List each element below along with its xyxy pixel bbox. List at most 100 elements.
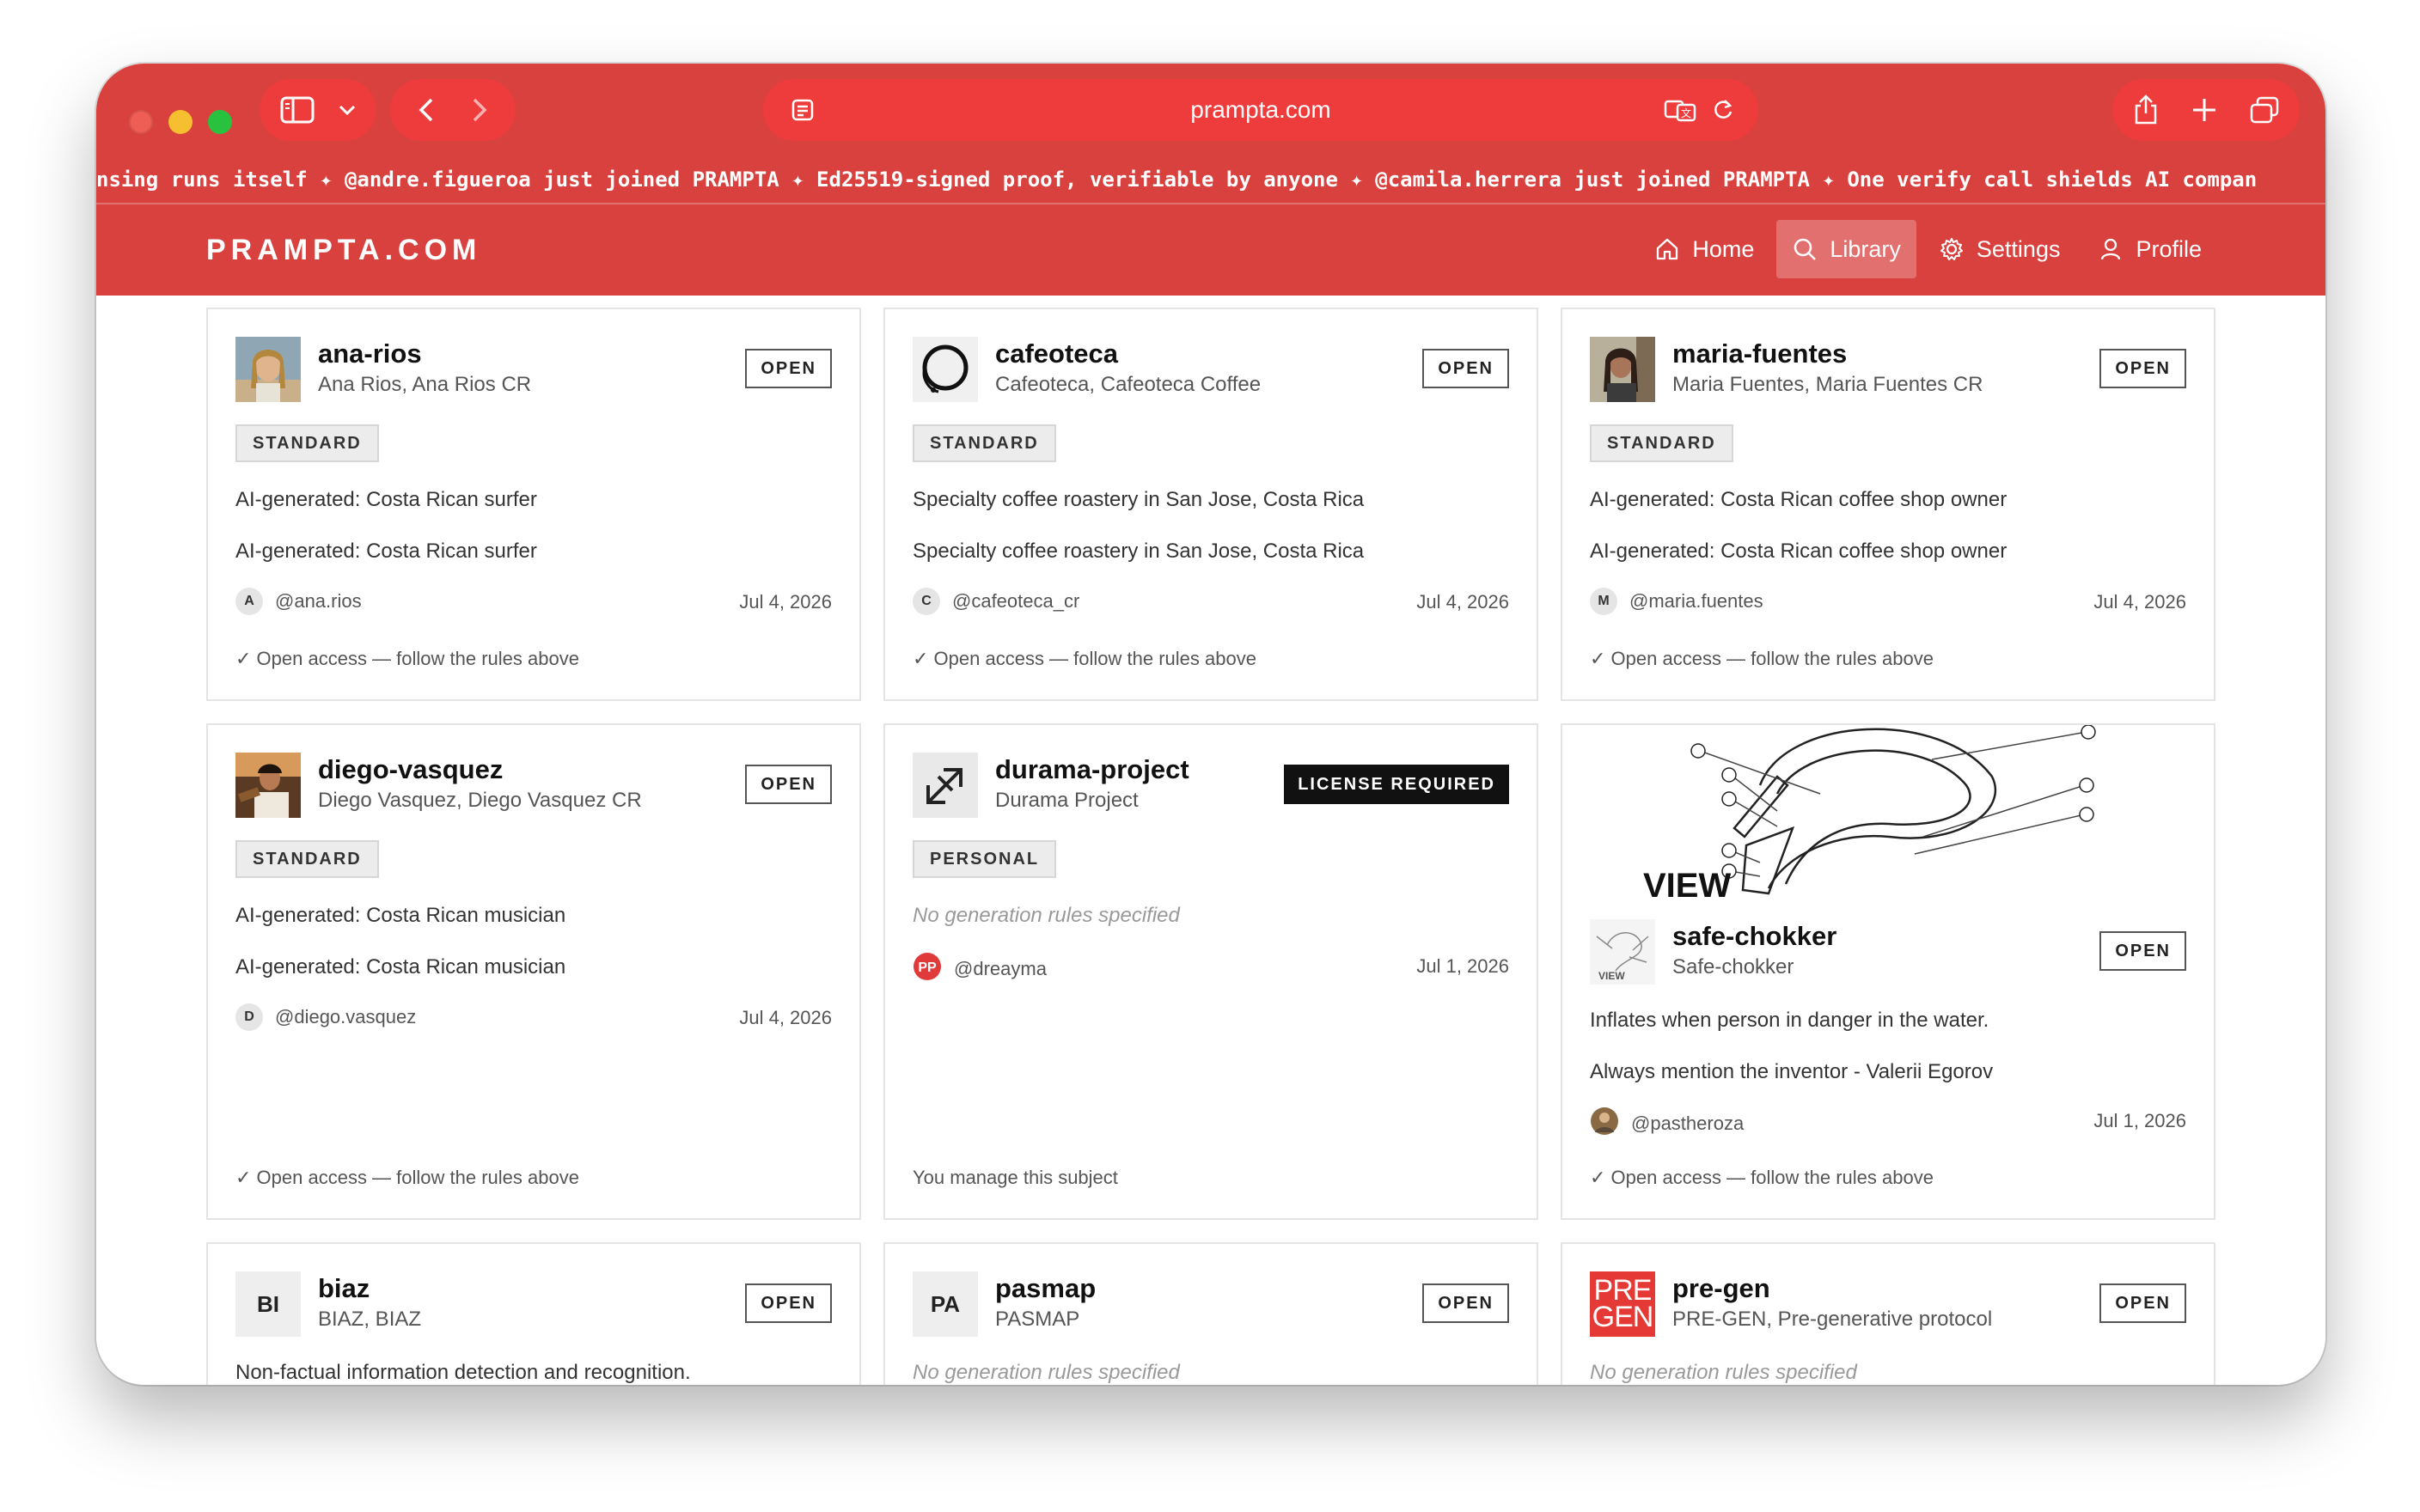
subject-card[interactable]: cafeoteca Cafeoteca, Cafeoteca Coffee OP… xyxy=(883,308,1538,701)
subject-name: maria-fuentes xyxy=(1672,338,1848,369)
generation-rule: AI-generated: Costa Rican musician xyxy=(235,904,566,927)
svg-text:PP: PP xyxy=(918,960,937,975)
subject-name: diego-vasquez xyxy=(318,754,504,784)
app-header: PRAMPTA.COM Home Library Settings Profil… xyxy=(96,204,2325,296)
page-menu-icon[interactable] xyxy=(791,98,815,122)
owner-link[interactable]: PP @dreayma xyxy=(913,952,1047,986)
tier-badge: STANDARD xyxy=(235,424,379,462)
home-icon xyxy=(1657,238,1678,260)
avatar xyxy=(235,337,301,402)
subject-name: safe-chokker xyxy=(1672,921,1837,951)
subject-name: pre-gen xyxy=(1672,1273,1770,1303)
window-actions xyxy=(2112,79,2300,141)
nav-library[interactable]: Library xyxy=(1776,220,1916,278)
sidebar-toggle-button[interactable] xyxy=(260,79,376,141)
access-footer: ✓ Open access — follow the rules above xyxy=(1590,1167,1934,1188)
created-date: Jul 1, 2026 xyxy=(1416,955,1509,977)
address-bar[interactable]: prampta.com 文 xyxy=(763,79,1758,141)
subject-aliases: BIAZ, BIAZ xyxy=(318,1308,422,1331)
generation-rule: AI-generated: Costa Rican musician xyxy=(235,955,566,979)
subject-card[interactable]: BI biaz BIAZ, BIAZ OPEN Non-factual info… xyxy=(206,1242,861,1385)
access-footer: ✓ Open access — follow the rules above xyxy=(1590,648,1934,669)
forward-arrow-icon[interactable] xyxy=(472,97,487,123)
logo-text-bottom: GEN xyxy=(1592,1301,1654,1333)
owner-link[interactable]: D @diego.vasquez xyxy=(235,1003,416,1031)
avatar: VIEW xyxy=(1590,919,1655,985)
subject-card[interactable]: PA pasmap PASMAP OPEN No generation rule… xyxy=(883,1242,1538,1385)
subject-aliases: Maria Fuentes, Maria Fuentes CR xyxy=(1672,373,1983,396)
translate-icon[interactable]: 文 xyxy=(1664,98,1696,122)
access-badge: OPEN xyxy=(1422,349,1509,388)
owner-avatar: M xyxy=(1590,588,1617,615)
nav-settings-label: Settings xyxy=(1976,235,2061,262)
history-nav xyxy=(390,79,516,141)
access-badge: OPEN xyxy=(2099,1283,2186,1323)
nav-settings[interactable]: Settings xyxy=(1923,220,2076,278)
owner-avatar: PP xyxy=(913,952,942,986)
nav-profile[interactable]: Profile xyxy=(2082,220,2217,278)
subject-name: ana-rios xyxy=(318,338,422,369)
close-window-button[interactable] xyxy=(129,110,153,134)
access-badge: OPEN xyxy=(745,1283,832,1323)
arrows-logo-icon xyxy=(926,768,962,804)
created-date: Jul 4, 2026 xyxy=(739,1007,832,1028)
access-badge: OPEN xyxy=(1422,1283,1509,1323)
owner-handle: @pastheroza xyxy=(1631,1113,1745,1134)
subject-card[interactable]: diego-vasquez Diego Vasquez, Diego Vasqu… xyxy=(206,723,861,1220)
owner-link[interactable]: @pastheroza xyxy=(1590,1107,1744,1141)
access-badge: OPEN xyxy=(745,349,832,388)
sidebar-icon xyxy=(280,96,315,124)
maximize-window-button[interactable] xyxy=(208,110,232,134)
owner-link[interactable]: A @ana.rios xyxy=(235,588,362,615)
access-badge: OPEN xyxy=(2099,349,2186,388)
owner-avatar: C xyxy=(913,588,940,615)
owner-handle: @dreayma xyxy=(954,958,1047,979)
created-date: Jul 4, 2026 xyxy=(2093,591,2186,613)
nav-home-label: Home xyxy=(1692,235,1755,262)
subject-aliases: Durama Project xyxy=(995,789,1139,812)
subject-aliases: Diego Vasquez, Diego Vasquez CR xyxy=(318,789,642,812)
subject-aliases: PASMAP xyxy=(995,1308,1080,1331)
svg-text:文: 文 xyxy=(1681,107,1691,119)
access-footer: ✓ Open access — follow the rules above xyxy=(235,1167,579,1188)
new-tab-icon[interactable] xyxy=(2191,97,2217,123)
subject-aliases: Safe-chokker xyxy=(1672,955,1794,979)
subject-card[interactable]: durama-project Durama Project LICENSE RE… xyxy=(883,723,1538,1220)
browser-titlebar: prampta.com 文 nsing runs itself ✦ @andre… xyxy=(96,64,2325,204)
access-badge: OPEN xyxy=(2099,931,2186,971)
owner-handle: @diego.vasquez xyxy=(275,1006,417,1027)
nav-profile-label: Profile xyxy=(2136,235,2202,262)
subject-name: biaz xyxy=(318,1273,370,1303)
owner-link[interactable]: C @cafeoteca_cr xyxy=(913,588,1079,615)
owner-handle: @ana.rios xyxy=(275,590,362,612)
generation-rule: AI-generated: Costa Rican coffee shop ow… xyxy=(1590,540,2008,563)
tier-badge: PERSONAL xyxy=(913,840,1057,878)
subject-card[interactable]: PRE GEN pre-gen PRE-GEN, Pre-generative … xyxy=(1561,1242,2215,1385)
share-icon[interactable] xyxy=(2133,94,2159,125)
tab-overview-icon[interactable] xyxy=(2250,96,2279,124)
owner-link[interactable]: M @maria.fuentes xyxy=(1590,588,1763,615)
subject-name: durama-project xyxy=(995,754,1189,784)
minimize-window-button[interactable] xyxy=(168,110,192,134)
avatar xyxy=(913,753,978,818)
reload-icon[interactable] xyxy=(1712,98,1734,122)
generation-rule: AI-generated: Costa Rican coffee shop ow… xyxy=(1590,488,2008,511)
access-badge: OPEN xyxy=(745,765,832,804)
subject-card[interactable]: ana-rios Ana Rios, Ana Rios CR OPEN STAN… xyxy=(206,308,861,701)
created-date: Jul 4, 2026 xyxy=(739,591,832,613)
avatar: PA xyxy=(913,1271,978,1337)
nav-home[interactable]: Home xyxy=(1639,220,1769,278)
gear-icon xyxy=(1940,238,1963,260)
subject-card[interactable]: VIEW VIEW safe-chokker Safe-chokker OPEN… xyxy=(1561,723,2215,1220)
library-grid: ana-rios Ana Rios, Ana Rios CR OPEN STAN… xyxy=(96,296,2325,1385)
created-date: Jul 1, 2026 xyxy=(2093,1110,2186,1131)
generation-rule: Non-factual information detection and re… xyxy=(235,1361,691,1384)
subject-card[interactable]: maria-fuentes Maria Fuentes, Maria Fuent… xyxy=(1561,308,2215,701)
back-arrow-icon[interactable] xyxy=(419,97,434,123)
brand-logo[interactable]: PRAMPTA.COM xyxy=(206,234,481,267)
license-badge: LICENSE REQUIRED xyxy=(1284,765,1509,804)
nav-library-label: Library xyxy=(1830,235,1901,262)
created-date: Jul 4, 2026 xyxy=(1416,591,1509,613)
owner-avatar: D xyxy=(235,1003,263,1031)
browser-window: prampta.com 文 nsing runs itself ✦ @andre… xyxy=(96,64,2325,1385)
